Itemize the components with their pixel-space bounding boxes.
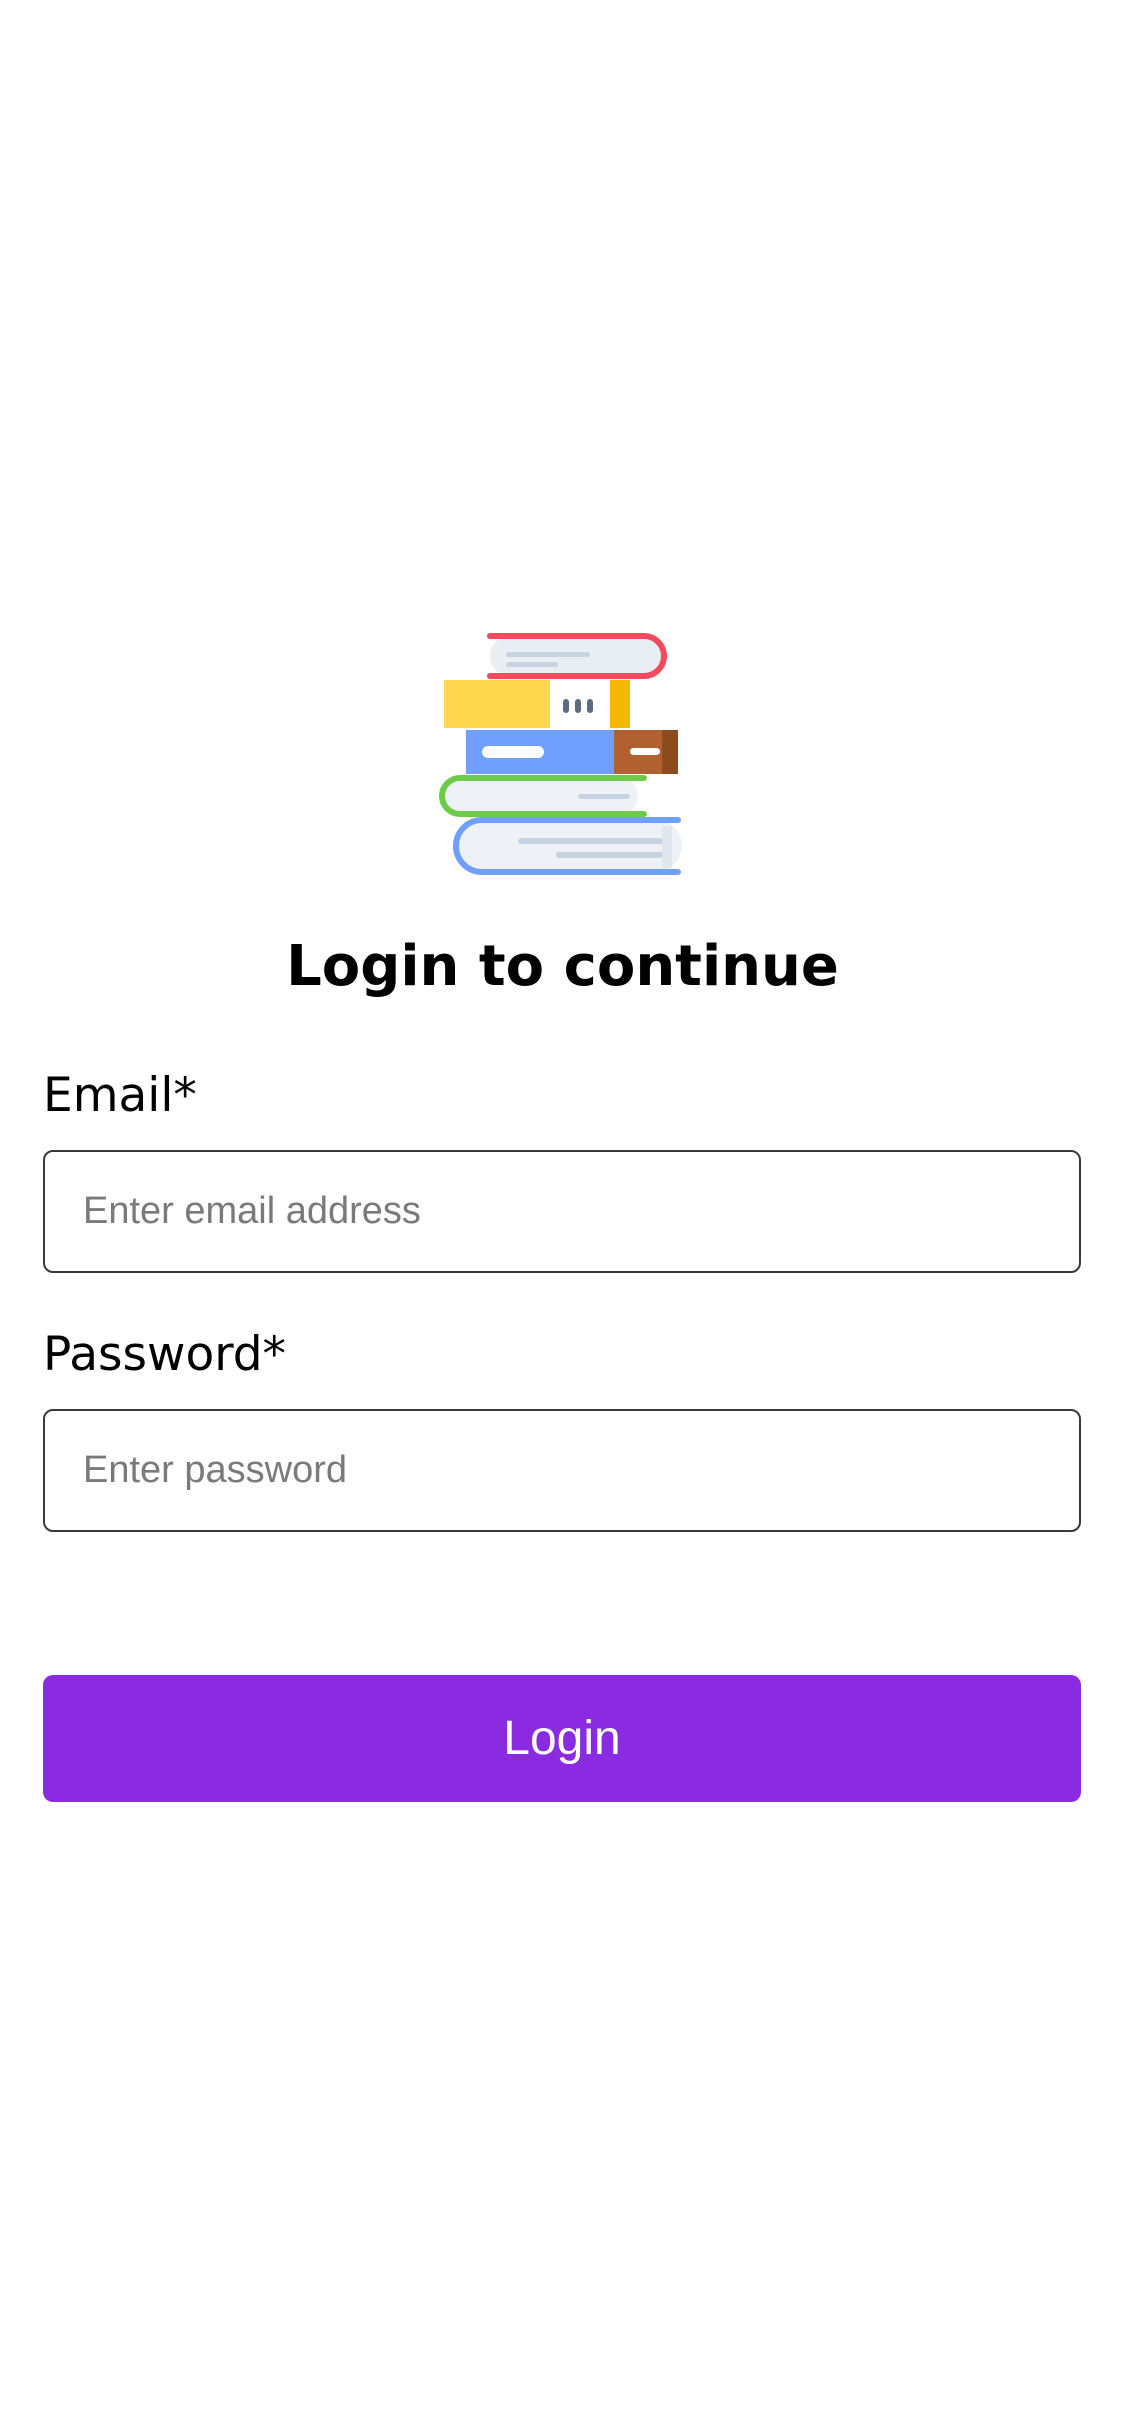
email-field-container[interactable] <box>43 1150 1081 1273</box>
password-field-container[interactable] <box>43 1409 1081 1532</box>
page-title: Login to continue <box>286 934 839 999</box>
password-label: Password* <box>43 1327 287 1382</box>
email-label: Email* <box>43 1068 197 1123</box>
login-screen: Login to continue Email* Password* Login <box>0 0 1125 2436</box>
login-button[interactable]: Login <box>43 1675 1081 1802</box>
stacked-books-icon <box>438 628 688 876</box>
email-field[interactable] <box>83 1190 1079 1233</box>
password-field[interactable] <box>83 1449 1079 1492</box>
